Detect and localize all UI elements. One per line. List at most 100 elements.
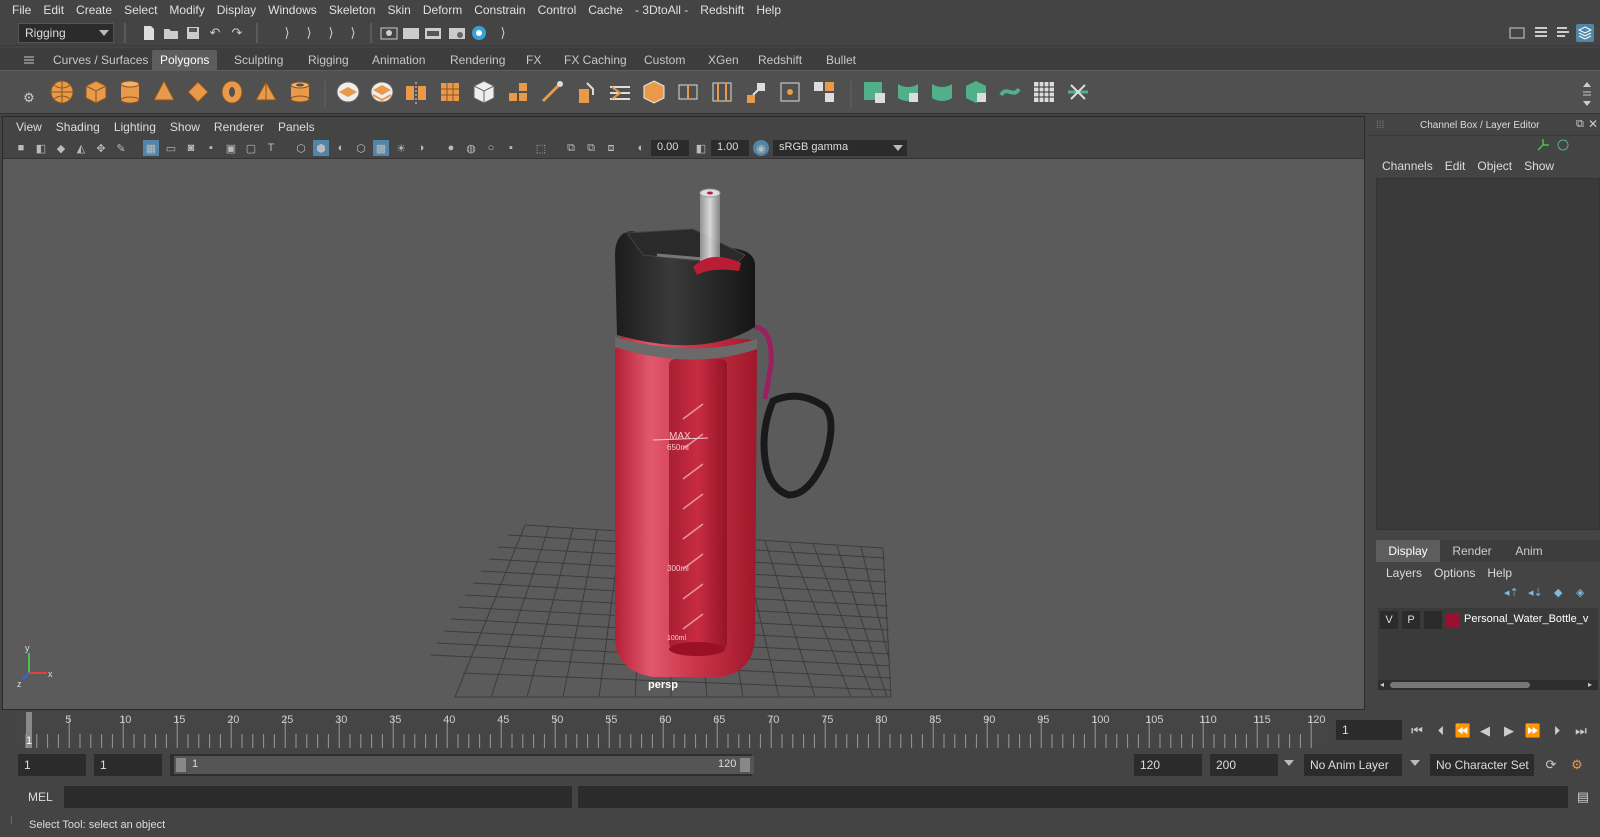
float-window-icon[interactable]: ⧉ xyxy=(1576,118,1584,131)
xray-icon[interactable]: ⧉ xyxy=(563,140,579,156)
xray-joints-icon[interactable]: ⧉ xyxy=(583,140,599,156)
poly-sphere-icon[interactable] xyxy=(48,78,76,106)
character-set-dropdown[interactable]: No Character Set xyxy=(1430,754,1534,776)
tab-rendering[interactable]: Rendering xyxy=(442,50,513,70)
tab-custom[interactable]: Custom xyxy=(636,50,693,70)
tab-redshift[interactable]: Redshift xyxy=(750,50,810,70)
command-input[interactable] xyxy=(64,786,572,808)
menu-create[interactable]: Create xyxy=(70,3,118,17)
xray-components-icon[interactable]: ⧈ xyxy=(603,140,619,156)
save-scene-icon[interactable] xyxy=(184,24,202,42)
attribute-editor-icon[interactable] xyxy=(1532,24,1550,42)
snap-icon[interactable]: ⟩ xyxy=(344,24,362,42)
bevel-icon[interactable] xyxy=(640,78,668,106)
layer-menu-options[interactable]: Options xyxy=(1428,566,1481,580)
mirror-icon[interactable] xyxy=(402,78,430,106)
viewport-menu-panels[interactable]: Panels xyxy=(271,120,322,134)
new-layer-selected-icon[interactable]: ◈ xyxy=(1576,586,1584,599)
select-object-icon[interactable]: ⟩ xyxy=(300,24,318,42)
go-to-end-icon[interactable]: ⏭ xyxy=(1572,722,1590,740)
viewport-menu-renderer[interactable]: Renderer xyxy=(207,120,271,134)
toggle-icon[interactable]: ⟩ xyxy=(494,24,512,42)
scrollbar-thumb[interactable] xyxy=(1390,682,1530,688)
channel-menu-show[interactable]: Show xyxy=(1518,159,1560,173)
menu-select[interactable]: Select xyxy=(118,3,163,17)
channel-menu-channels[interactable]: Channels xyxy=(1376,159,1439,173)
tab-bullet[interactable]: Bullet xyxy=(818,50,864,70)
wireframe-on-shaded-icon[interactable]: ⬡ xyxy=(353,140,369,156)
step-back-frame-icon[interactable]: ⏴ xyxy=(1432,722,1450,740)
offset-edge-loop-icon[interactable] xyxy=(708,78,736,106)
layer-menu-help[interactable]: Help xyxy=(1481,566,1518,580)
viewport-menu-view[interactable]: View xyxy=(9,120,49,134)
layer-row[interactable]: V P Personal_Water_Bottle_v xyxy=(1378,610,1598,630)
uv-editor-icon[interactable] xyxy=(1030,78,1058,106)
play-forwards-icon[interactable]: ▶ xyxy=(1500,722,1518,740)
range-end-handle[interactable] xyxy=(740,758,750,772)
channel-menu-object[interactable]: Object xyxy=(1471,159,1518,173)
menu-cache[interactable]: Cache xyxy=(582,3,629,17)
menu-modify[interactable]: Modify xyxy=(163,3,210,17)
camera-attributes-icon[interactable]: ◧ xyxy=(33,140,49,156)
shelf-scroll-down-icon[interactable] xyxy=(1578,95,1596,113)
tab-sculpting[interactable]: Sculpting xyxy=(226,50,291,70)
gamma-icon[interactable]: ◧ xyxy=(693,140,709,156)
combine-icon[interactable] xyxy=(334,78,362,106)
menu-control[interactable]: Control xyxy=(532,3,583,17)
redo-icon[interactable]: ↷ xyxy=(228,24,246,42)
layer-name[interactable]: Personal_Water_Bottle_v xyxy=(1464,613,1588,625)
xyz-axis-icon[interactable] xyxy=(1536,138,1550,155)
bridge-icon[interactable] xyxy=(606,78,634,106)
new-scene-icon[interactable] xyxy=(140,24,158,42)
poly-pyramid-icon[interactable] xyxy=(252,78,280,106)
layer-scrollbar[interactable]: ◂ ▸ xyxy=(1378,680,1598,690)
menu-skin[interactable]: Skin xyxy=(382,3,417,17)
script-editor-icon[interactable]: ▤ xyxy=(1574,788,1592,806)
uv-automatic-icon[interactable] xyxy=(962,78,990,106)
channel-box-area[interactable] xyxy=(1376,178,1600,530)
layer-visibility-toggle[interactable]: V xyxy=(1380,611,1398,629)
use-all-lights-icon[interactable]: ☀ xyxy=(393,140,409,156)
uv-cylindrical-icon[interactable] xyxy=(894,78,922,106)
multi-cut-icon[interactable] xyxy=(538,78,566,106)
anim-layer-dropdown[interactable]: No Anim Layer xyxy=(1304,754,1402,776)
uv-cut-sew-icon[interactable] xyxy=(1064,78,1092,106)
menu-skeleton[interactable]: Skeleton xyxy=(323,3,382,17)
grease-pencil-icon[interactable]: ✎ xyxy=(113,140,129,156)
bookmark-icon[interactable]: ◆ xyxy=(53,140,69,156)
exposure-field[interactable]: 0.00 xyxy=(651,140,689,156)
menu-display[interactable]: Display xyxy=(211,3,262,17)
close-icon[interactable]: ✕ xyxy=(1588,117,1598,131)
poly-cube-icon[interactable] xyxy=(82,78,110,106)
render-settings-icon[interactable] xyxy=(448,24,466,42)
merge-icon[interactable] xyxy=(776,78,804,106)
remesh-icon[interactable] xyxy=(504,78,532,106)
open-scene-icon[interactable] xyxy=(162,24,180,42)
safe-action-icon[interactable]: ▢ xyxy=(243,140,259,156)
shelf-menu-icon[interactable] xyxy=(20,51,38,69)
animation-start-field[interactable]: 1 xyxy=(18,754,86,776)
move-layer-up-icon[interactable]: ◂⇡ xyxy=(1504,586,1519,599)
grid-icon[interactable]: ▦ xyxy=(143,140,159,156)
select-camera-icon[interactable]: ■ xyxy=(13,140,29,156)
chevron-down-icon[interactable] xyxy=(1284,760,1294,766)
exposure-icon[interactable]: ◐ xyxy=(633,140,649,156)
channel-box-icon[interactable] xyxy=(1576,24,1594,42)
playback-start-field[interactable]: 1 xyxy=(94,754,162,776)
poly-pipe-icon[interactable] xyxy=(286,78,314,106)
anti-aliasing-icon[interactable]: ○ xyxy=(483,140,499,156)
menuset-dropdown[interactable]: Rigging xyxy=(18,23,114,43)
animation-preferences-icon[interactable]: ⚙ xyxy=(1568,756,1586,774)
poly-torus-icon[interactable] xyxy=(218,78,246,106)
menu-windows[interactable]: Windows xyxy=(262,3,323,17)
uv-planar-icon[interactable] xyxy=(860,78,888,106)
tab-display[interactable]: Display xyxy=(1376,540,1440,562)
smooth-shade-icon[interactable]: ⬢ xyxy=(313,140,329,156)
film-gate-icon[interactable]: ▭ xyxy=(163,140,179,156)
scroll-left-icon[interactable]: ◂ xyxy=(1380,680,1384,689)
uv-spherical-icon[interactable] xyxy=(928,78,956,106)
viewport-menu-lighting[interactable]: Lighting xyxy=(107,120,163,134)
playback-end-field[interactable]: 120 xyxy=(1134,754,1202,776)
tab-curves-surfaces[interactable]: Curves / Surfaces xyxy=(45,50,156,70)
tool-settings-icon[interactable] xyxy=(1554,24,1572,42)
